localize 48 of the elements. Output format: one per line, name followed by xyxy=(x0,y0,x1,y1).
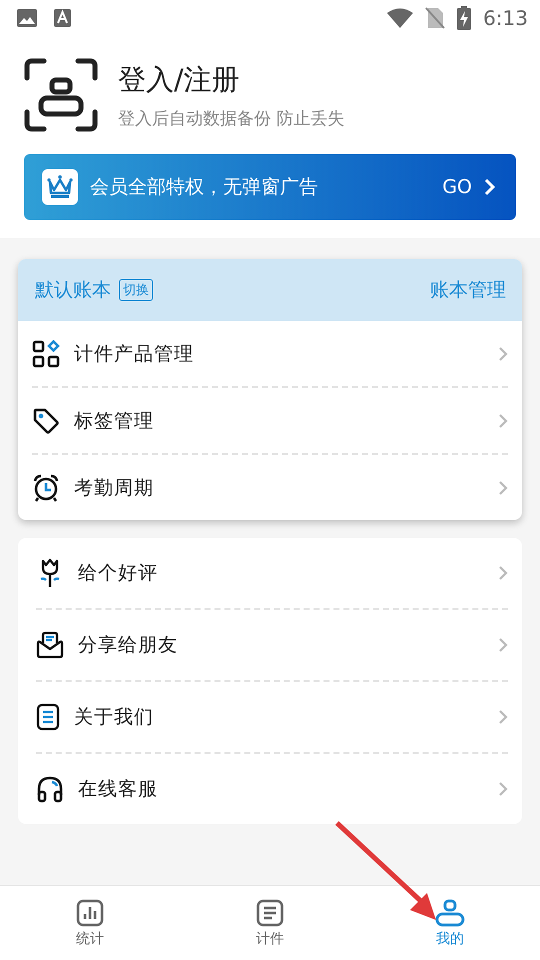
chevron-right-icon xyxy=(498,346,508,362)
menu-label: 关于我们 xyxy=(74,705,155,730)
mail-icon xyxy=(36,631,64,659)
profile-scan-icon[interactable] xyxy=(24,58,98,132)
chevron-right-icon xyxy=(498,412,508,428)
chart-icon xyxy=(76,898,104,926)
menu-item[interactable]: 关于我们 xyxy=(36,682,508,754)
go-link[interactable]: GO xyxy=(442,176,472,198)
menu-item[interactable]: 计件产品管理 xyxy=(32,321,508,388)
status-time: 6:13 xyxy=(483,6,528,30)
crown-icon xyxy=(42,169,78,205)
menu-label: 在线客服 xyxy=(78,777,159,802)
login-subtitle: 登入后自动数据备份 防止丢失 xyxy=(118,108,344,130)
book-name: 默认账本 xyxy=(35,278,111,303)
chevron-right-icon xyxy=(498,565,508,581)
vip-banner[interactable]: 会员全部特权，无弹窗广告 GO xyxy=(24,154,516,220)
menu-label: 给个好评 xyxy=(78,561,159,586)
image-icon xyxy=(17,9,37,27)
nav-tab[interactable]: 我的 xyxy=(360,886,540,960)
menu-item[interactable]: 标签管理 xyxy=(32,388,508,455)
document-icon xyxy=(36,703,60,731)
login-title[interactable]: 登入/注册 xyxy=(118,60,344,98)
chevron-right-icon xyxy=(498,637,508,653)
font-icon xyxy=(54,9,71,27)
menu-label: 考勤周期 xyxy=(74,476,155,500)
menu-item[interactable]: 考勤周期 xyxy=(32,455,508,520)
menu-label: 标签管理 xyxy=(74,408,155,434)
battery-icon xyxy=(457,6,472,30)
tag-icon xyxy=(32,406,60,434)
menu-label: 计件产品管理 xyxy=(74,342,195,366)
headset-icon xyxy=(36,775,64,803)
wifi-icon xyxy=(387,8,414,28)
banner-text: 会员全部特权，无弹窗广告 xyxy=(90,175,319,200)
nav-tab[interactable]: 计件 xyxy=(180,886,360,960)
menu-item[interactable]: 给个好评 xyxy=(36,538,508,610)
chevron-right-icon xyxy=(498,709,508,725)
menu-item[interactable]: 分享给朋友 xyxy=(36,610,508,682)
menu-item[interactable]: 在线客服 xyxy=(36,754,508,824)
menu-label: 分享给朋友 xyxy=(78,633,179,658)
chevron-right-icon xyxy=(498,781,508,797)
no-sim-icon xyxy=(425,7,446,29)
person-icon xyxy=(435,898,465,926)
grid-icon xyxy=(32,340,60,368)
alarm-clock-icon xyxy=(32,474,60,502)
list-icon xyxy=(256,898,284,926)
nav-tab[interactable]: 统计 xyxy=(0,886,180,960)
chevron-right-icon xyxy=(498,480,508,496)
chevron-right-icon xyxy=(484,178,496,196)
